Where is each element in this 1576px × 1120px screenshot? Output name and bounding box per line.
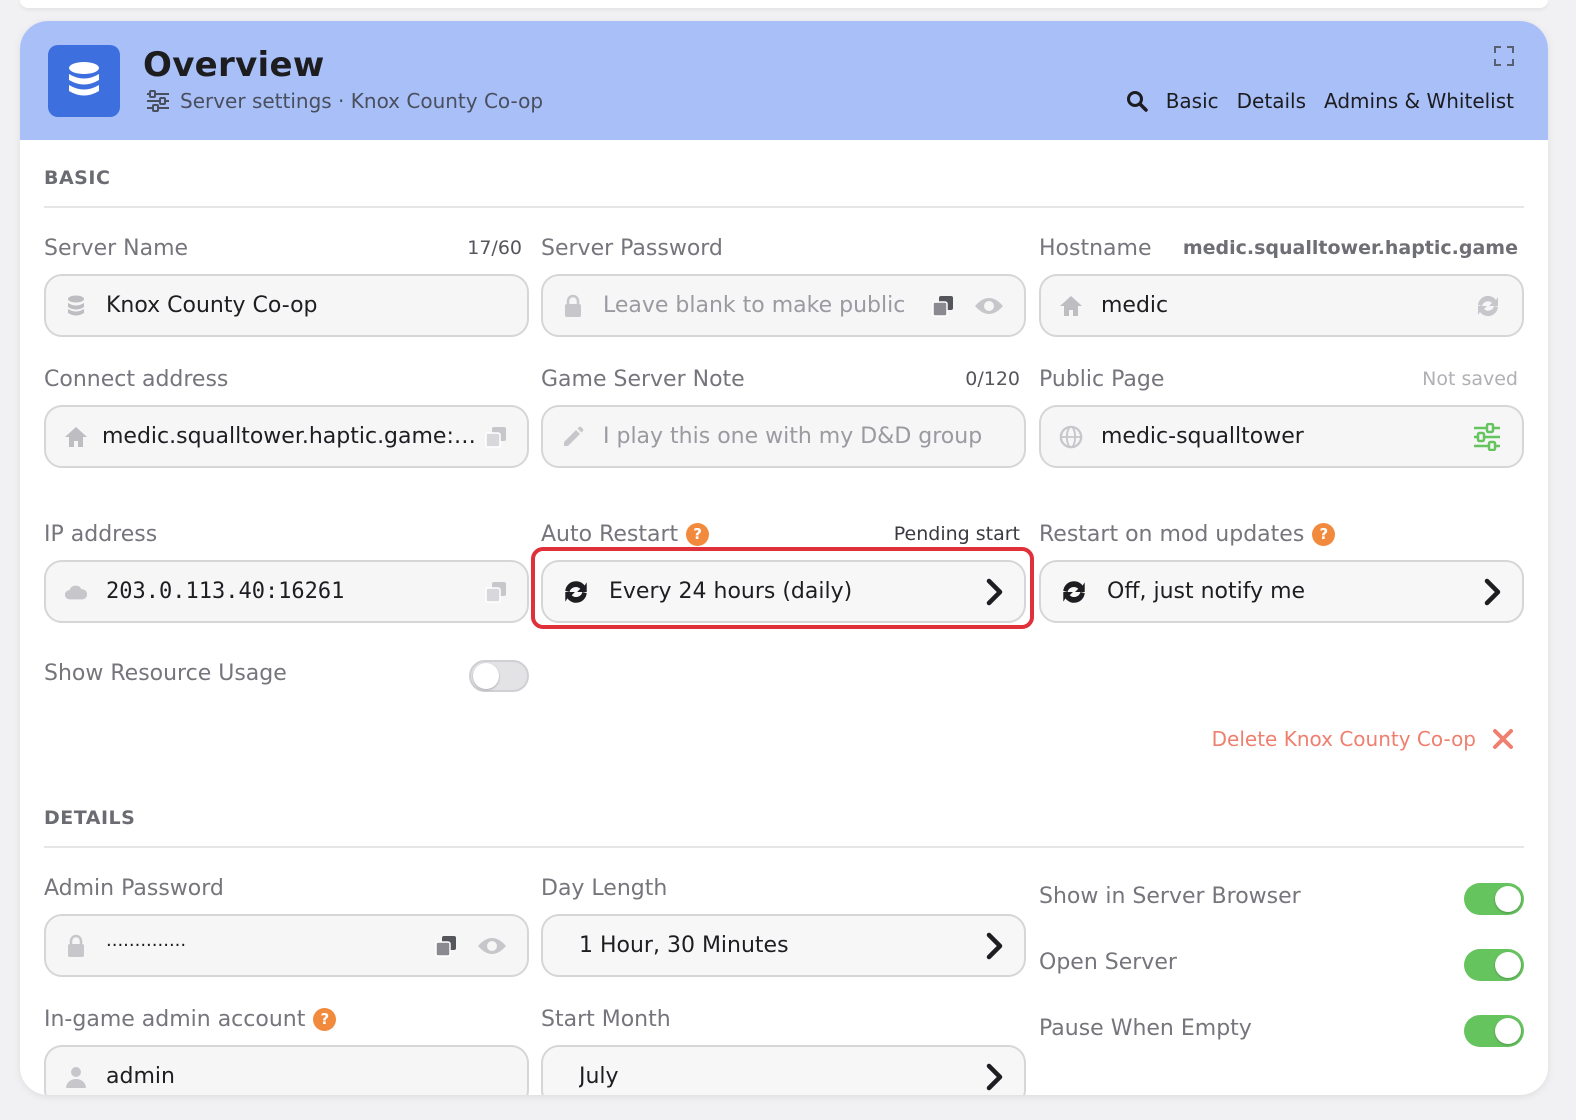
game-server-note-label: Game Server Note [541, 367, 745, 392]
hostname-full: medic.squalltower.haptic.game [1182, 237, 1518, 259]
delete-server-button[interactable]: Delete Knox County Co-op [1212, 727, 1514, 751]
close-icon [1493, 729, 1513, 749]
selection-highlight [531, 547, 1034, 629]
day-length-select[interactable]: 1 Hour, 30 Minutes [541, 914, 1026, 977]
database-icon [48, 45, 120, 117]
public-page-value: medic-squalltower [1101, 424, 1304, 449]
restart-mod-updates-label-text: Restart on mod updates [1039, 522, 1305, 547]
card-header: Overview Server settings · Knox County C… [20, 21, 1548, 140]
nav-admins-whitelist[interactable]: Admins & Whitelist [1324, 89, 1514, 113]
nav-basic[interactable]: Basic [1166, 89, 1219, 113]
public-page-status: Not saved [1422, 368, 1518, 390]
ingame-admin-input[interactable]: admin [44, 1045, 529, 1095]
admin-password-label: Admin Password [44, 876, 224, 901]
search-icon[interactable] [1126, 90, 1148, 112]
server-name-label: Server Name [44, 236, 189, 261]
auto-restart-label-text: Auto Restart [541, 522, 679, 547]
ingame-admin-value: admin [106, 1064, 175, 1089]
page-title: Overview [143, 45, 325, 85]
home-icon [1059, 294, 1083, 318]
ingame-admin-label-text: In-game admin account [44, 1007, 306, 1032]
user-icon [64, 1065, 88, 1089]
settings-sliders-icon[interactable] [1472, 422, 1502, 451]
connect-address-input[interactable]: medic.squalltower.haptic.game:… [44, 405, 529, 468]
restart-mod-updates-label: Restart on mod updates? [1039, 522, 1336, 547]
expand-icon[interactable] [1494, 46, 1514, 66]
copy-icon[interactable] [485, 426, 507, 448]
connect-address-label: Connect address [44, 367, 229, 392]
sliders-icon [147, 90, 169, 112]
copy-icon[interactable] [435, 935, 457, 957]
lock-icon [561, 294, 585, 318]
show-in-browser-label: Show in Server Browser [1039, 884, 1301, 909]
cloud-icon [64, 580, 88, 604]
day-length-value: 1 Hour, 30 Minutes [579, 933, 789, 958]
server-password-input[interactable]: Leave blank to make public [541, 274, 1026, 337]
restart-mod-updates-select[interactable]: Off, just notify me [1039, 560, 1524, 623]
server-name-input[interactable]: Knox County Co-op [44, 274, 529, 337]
header-nav: Basic Details Admins & Whitelist [1126, 89, 1514, 113]
auto-restart-label: Auto Restart? [541, 522, 710, 547]
previous-card-edge [20, 0, 1548, 8]
server-password-label: Server Password [541, 236, 723, 261]
section-title-basic: BASIC [44, 167, 111, 189]
pencil-icon [561, 425, 585, 449]
public-page-label: Public Page [1039, 367, 1165, 392]
start-month-select[interactable]: July [541, 1045, 1026, 1095]
hostname-input[interactable]: medic [1039, 274, 1524, 337]
open-server-toggle[interactable] [1464, 949, 1524, 981]
restart-mod-updates-value: Off, just notify me [1107, 579, 1306, 604]
section-title-details: DETAILS [44, 807, 136, 829]
globe-icon [1059, 425, 1083, 449]
start-month-label: Start Month [541, 1007, 671, 1032]
public-page-input[interactable]: medic-squalltower [1039, 405, 1524, 468]
refresh-icon[interactable] [1474, 293, 1502, 319]
server-name-value: Knox County Co-op [106, 293, 318, 318]
eye-icon[interactable] [477, 936, 507, 956]
server-name-counter: 17/60 [467, 237, 522, 259]
ip-address-input[interactable]: 203.0.113.40:16261 [44, 560, 529, 623]
copy-icon[interactable] [485, 581, 507, 603]
divider [44, 206, 1524, 208]
hostname-label: Hostname [1039, 236, 1152, 261]
copy-icon[interactable] [932, 295, 954, 317]
chevron-right-icon [986, 932, 1003, 959]
game-server-note-input[interactable]: I play this one with my D&D group [541, 405, 1026, 468]
refresh-icon [1059, 580, 1089, 604]
day-length-label: Day Length [541, 876, 668, 901]
start-month-value: July [579, 1064, 619, 1089]
ip-address-label: IP address [44, 522, 158, 547]
auto-restart-status: Pending start [893, 523, 1020, 545]
game-server-note-placeholder: I play this one with my D&D group [603, 424, 983, 449]
game-server-note-counter: 0/120 [965, 368, 1020, 390]
eye-icon[interactable] [974, 296, 1004, 316]
overview-card: Overview Server settings · Knox County C… [20, 21, 1548, 1095]
ip-address-value: 203.0.113.40:16261 [106, 579, 345, 604]
hostname-value: medic [1101, 293, 1169, 318]
divider [44, 846, 1524, 848]
ingame-admin-label: In-game admin account? [44, 1007, 337, 1032]
show-in-browser-toggle[interactable] [1464, 883, 1524, 915]
server-password-placeholder: Leave blank to make public [603, 293, 906, 318]
delete-server-label: Delete Knox County Co-op [1211, 727, 1476, 751]
chevron-right-icon [1484, 578, 1501, 605]
pause-when-empty-label: Pause When Empty [1039, 1016, 1252, 1041]
nav-details[interactable]: Details [1237, 89, 1306, 113]
subtitle-text: Server settings · Knox County Co-op [180, 89, 544, 113]
help-icon[interactable]: ? [313, 1007, 337, 1031]
show-resource-usage-label: Show Resource Usage [44, 661, 287, 686]
lock-icon [64, 934, 88, 958]
admin-password-value: ·············· [106, 935, 187, 956]
pause-when-empty-toggle[interactable] [1464, 1015, 1524, 1047]
page-subtitle: Server settings · Knox County Co-op [146, 89, 543, 113]
help-icon[interactable]: ? [1312, 522, 1336, 546]
chevron-right-icon [986, 1063, 1003, 1090]
connect-address-value: medic.squalltower.haptic.game:… [102, 424, 476, 449]
database-icon [64, 294, 88, 318]
home-icon [64, 425, 88, 449]
open-server-label: Open Server [1039, 950, 1177, 975]
help-icon[interactable]: ? [686, 522, 710, 546]
admin-password-input[interactable]: ·············· [44, 914, 529, 977]
show-resource-usage-toggle[interactable] [469, 660, 529, 692]
